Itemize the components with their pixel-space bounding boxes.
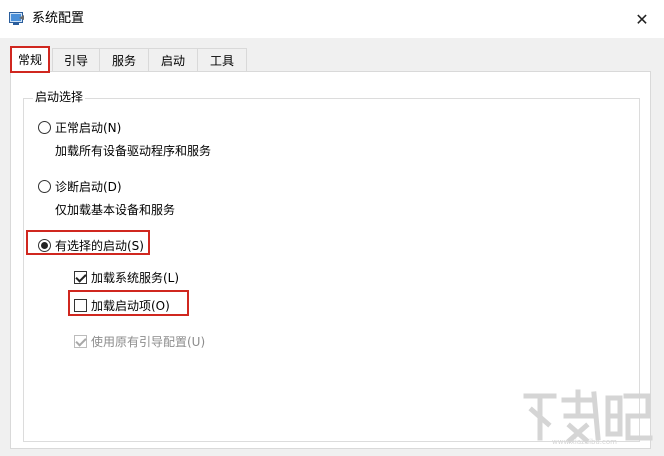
tab-label: 启动 bbox=[160, 54, 185, 68]
radio-circle[interactable] bbox=[38, 121, 51, 134]
close-icon: ✕ bbox=[635, 9, 649, 29]
load-system-services-checkbox[interactable]: 加载系统服务(L) bbox=[74, 269, 179, 286]
selective-startup-radio[interactable]: 有选择的启动(S) bbox=[38, 237, 144, 254]
checkbox-box[interactable] bbox=[74, 271, 87, 284]
tab-services[interactable]: 服务 bbox=[99, 48, 149, 72]
load-startup-items-label: 加载启动项(O) bbox=[91, 299, 170, 313]
tab-label: 引导 bbox=[63, 54, 88, 68]
diagnostic-startup-radio[interactable]: 诊断启动(D) bbox=[38, 178, 122, 195]
normal-startup-radio[interactable]: 正常启动(N) bbox=[38, 119, 121, 136]
msconfig-icon bbox=[9, 12, 24, 25]
radio-circle-selected[interactable] bbox=[38, 239, 51, 252]
diagnostic-startup-description: 仅加载基本设备和服务 bbox=[55, 203, 176, 217]
use-original-boot-config-label: 使用原有引导配置(U) bbox=[91, 335, 206, 349]
tab-boot[interactable]: 引导 bbox=[52, 48, 100, 72]
checkbox-box[interactable] bbox=[74, 299, 87, 312]
window-title: 系统配置 bbox=[32, 11, 85, 26]
watermark-logo-icon: www.xiazaiba.com bbox=[523, 389, 653, 446]
tab-general[interactable]: 常规 bbox=[10, 46, 50, 73]
normal-startup-description: 加载所有设备驱动程序和服务 bbox=[55, 144, 212, 158]
use-original-boot-config-checkbox: 使用原有引导配置(U) bbox=[74, 333, 205, 350]
radio-circle[interactable] bbox=[38, 180, 51, 193]
diagnostic-startup-label: 诊断启动(D) bbox=[55, 180, 122, 194]
tab-label: 常规 bbox=[17, 53, 42, 67]
close-button[interactable]: ✕ bbox=[628, 6, 656, 32]
checkbox-box bbox=[74, 335, 87, 348]
load-system-services-label: 加载系统服务(L) bbox=[91, 271, 180, 285]
selective-startup-label: 有选择的启动(S) bbox=[55, 239, 144, 253]
svg-text:www.xiazaiba.com: www.xiazaiba.com bbox=[552, 438, 617, 446]
tab-startup[interactable]: 启动 bbox=[148, 48, 198, 72]
normal-startup-label: 正常启动(N) bbox=[55, 121, 122, 135]
tab-label: 工具 bbox=[209, 54, 234, 68]
title-bar: 系统配置 ✕ bbox=[0, 0, 664, 38]
tab-label: 服务 bbox=[111, 54, 136, 68]
tab-tools[interactable]: 工具 bbox=[197, 48, 247, 72]
load-startup-items-checkbox[interactable]: 加载启动项(O) bbox=[74, 297, 170, 314]
group-label: 启动选择 bbox=[33, 88, 86, 105]
